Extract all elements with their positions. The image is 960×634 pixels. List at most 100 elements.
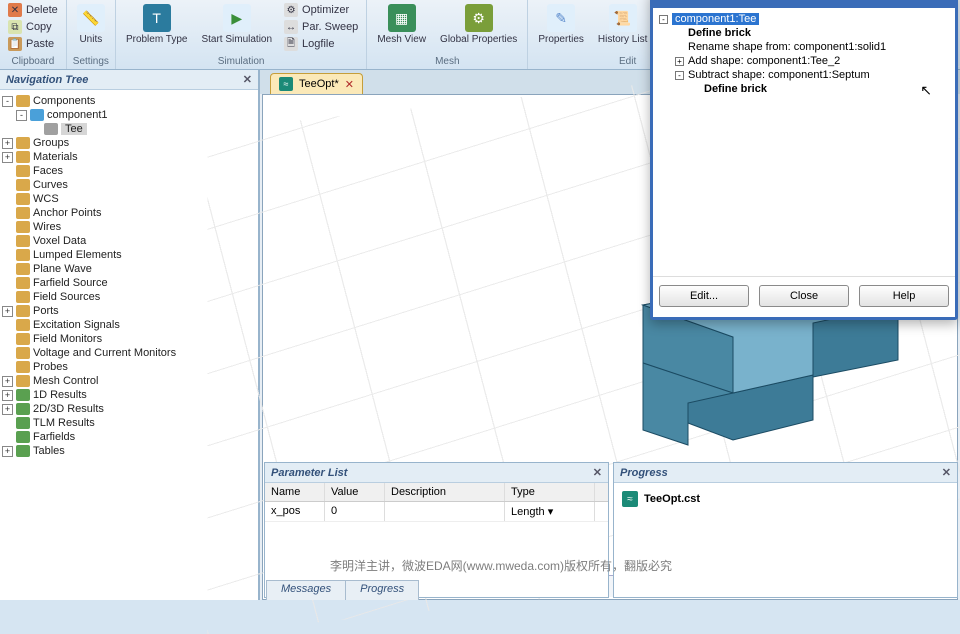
- history-node[interactable]: -Subtract shape: component1:Septum: [675, 68, 949, 82]
- optimizer-button[interactable]: ⚙Optimizer: [282, 2, 360, 18]
- ribbon-group-simulation: TProblem Type ▶Start Simulation ⚙Optimiz…: [116, 0, 367, 69]
- close-tab-icon[interactable]: ✕: [345, 78, 354, 91]
- chevron-down-icon[interactable]: ▾: [548, 506, 554, 518]
- tree-label: Mesh Control: [33, 375, 98, 387]
- expand-icon[interactable]: +: [2, 376, 13, 387]
- close-icon[interactable]: ✕: [593, 466, 602, 479]
- history-node[interactable]: -component1:Tee: [659, 12, 949, 26]
- folder-icon: [16, 193, 30, 205]
- tree-node[interactable]: -Components: [2, 94, 256, 108]
- tree-node[interactable]: -component1: [16, 108, 256, 122]
- global-properties-button[interactable]: ⚙Global Properties: [436, 2, 521, 47]
- progress-panel: Progress✕ ≈ TeeOpt.cst: [613, 462, 958, 598]
- units-button[interactable]: 📏Units: [73, 2, 109, 47]
- close-button[interactable]: Close: [759, 285, 849, 307]
- expand-icon[interactable]: -: [2, 96, 13, 107]
- history-label: Subtract shape: component1:Septum: [688, 69, 870, 81]
- tree-label: TLM Results: [33, 417, 95, 429]
- folder-icon: [16, 151, 30, 163]
- par-sweep-button[interactable]: ↔Par. Sweep: [282, 19, 360, 35]
- edit-group-label: Edit: [619, 56, 636, 67]
- paste-button[interactable]: 📋Paste: [6, 36, 60, 52]
- col-name[interactable]: Name: [265, 483, 325, 501]
- edit-button[interactable]: Edit...: [659, 285, 749, 307]
- tree-label: Wires: [33, 221, 61, 233]
- folder-icon: [44, 123, 58, 135]
- folder-icon: [16, 137, 30, 149]
- folder-icon: [16, 221, 30, 233]
- expand-icon[interactable]: +: [2, 390, 13, 401]
- close-icon[interactable]: ✕: [243, 73, 252, 86]
- expand-icon[interactable]: +: [675, 57, 684, 66]
- tree-label: Plane Wave: [33, 263, 92, 275]
- problem-type-button[interactable]: TProblem Type: [122, 2, 192, 47]
- expand-icon[interactable]: +: [2, 306, 13, 317]
- folder-icon: [16, 375, 30, 387]
- start-simulation-button[interactable]: ▶Start Simulation: [197, 2, 276, 47]
- param-value[interactable]: 0: [325, 502, 385, 521]
- tree-label: WCS: [33, 193, 59, 205]
- expand-icon[interactable]: +: [2, 446, 13, 457]
- tree-label: Field Monitors: [33, 333, 102, 345]
- logfile-button[interactable]: 🗎Logfile: [282, 36, 360, 52]
- col-type[interactable]: Type: [505, 483, 595, 501]
- param-name[interactable]: x_pos: [265, 502, 325, 521]
- tree-label: Groups: [33, 137, 69, 149]
- close-icon[interactable]: ✕: [942, 466, 951, 479]
- cst-file-icon: ≈: [622, 491, 638, 507]
- tab-messages[interactable]: Messages: [266, 580, 346, 600]
- history-dialog: -component1:TeeDefine brickRename shape …: [650, 0, 958, 320]
- mesh-group-label: Mesh: [435, 56, 459, 67]
- copy-button[interactable]: ⧉Copy: [6, 19, 60, 35]
- tab-progress[interactable]: Progress: [345, 580, 419, 600]
- param-row[interactable]: x_pos 0 Length ▾: [265, 502, 608, 522]
- folder-icon: [16, 403, 30, 415]
- expand-icon[interactable]: -: [675, 71, 684, 80]
- param-desc[interactable]: [385, 502, 505, 521]
- folder-icon: [16, 207, 30, 219]
- tree-label: Farfields: [33, 431, 75, 443]
- folder-icon: [16, 445, 30, 457]
- history-list-button[interactable]: 📜History List: [594, 2, 651, 47]
- mouse-cursor-icon: ↖: [920, 82, 932, 99]
- tree-label: Voltage and Current Monitors: [33, 347, 176, 359]
- history-tree[interactable]: -component1:TeeDefine brickRename shape …: [653, 8, 955, 276]
- expand-icon[interactable]: -: [659, 15, 668, 24]
- history-node[interactable]: Rename shape from: component1:solid1: [675, 40, 949, 54]
- history-label: component1:Tee: [672, 13, 759, 25]
- expand-icon[interactable]: -: [16, 110, 27, 121]
- expand-icon[interactable]: +: [2, 138, 13, 149]
- tree-label: Materials: [33, 151, 78, 163]
- tree-label: Excitation Signals: [33, 319, 120, 331]
- param-type[interactable]: Length ▾: [505, 502, 595, 521]
- history-label: Define brick: [688, 27, 751, 39]
- folder-icon: [16, 165, 30, 177]
- history-label: Rename shape from: component1:solid1: [688, 41, 886, 53]
- expand-icon[interactable]: +: [2, 152, 13, 163]
- tree-label: Curves: [33, 179, 68, 191]
- folder-icon: [16, 95, 30, 107]
- mesh-view-button[interactable]: ▦Mesh View: [373, 2, 430, 47]
- folder-icon: [16, 263, 30, 275]
- delete-label: Delete: [26, 4, 58, 16]
- history-label: Define brick: [704, 83, 767, 95]
- ribbon-group-settings: 📏Units Settings: [67, 0, 116, 69]
- tree-label: Tee: [61, 123, 87, 135]
- help-button[interactable]: Help: [859, 285, 949, 307]
- parameter-list-panel: Parameter List✕ Name Value Description T…: [264, 462, 609, 598]
- progress-header: Progress✕: [614, 463, 957, 483]
- history-node[interactable]: +Add shape: component1:Tee_2: [675, 54, 949, 68]
- folder-icon: [16, 305, 30, 317]
- delete-button[interactable]: ✕Delete: [6, 2, 60, 18]
- col-value[interactable]: Value: [325, 483, 385, 501]
- properties-button[interactable]: ✎Properties: [534, 2, 588, 47]
- expand-icon[interactable]: +: [2, 404, 13, 415]
- document-tab[interactable]: ≈ TeeOpt* ✕: [270, 73, 363, 94]
- history-node[interactable]: Define brick: [691, 82, 949, 96]
- folder-icon: [16, 235, 30, 247]
- watermark-text: 李明洋主讲，微波EDA网(www.mweda.com)版权所有，翻版必究: [330, 557, 672, 574]
- col-description[interactable]: Description: [385, 483, 505, 501]
- bottom-tabs: Messages Progress: [266, 580, 418, 600]
- history-node[interactable]: Define brick: [675, 26, 949, 40]
- tree-label: Field Sources: [33, 291, 100, 303]
